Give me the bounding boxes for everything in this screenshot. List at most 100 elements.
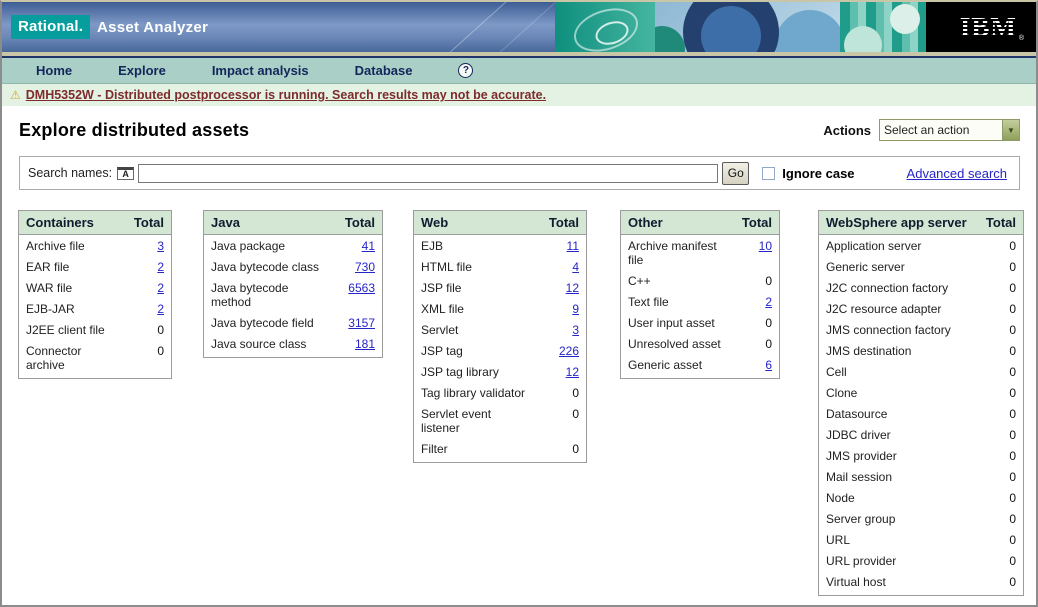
row-value-link[interactable]: 2 bbox=[157, 302, 164, 316]
row-value-link[interactable]: 41 bbox=[362, 239, 375, 253]
row-label: JSP tag library bbox=[421, 365, 499, 379]
row-label: JSP file bbox=[421, 281, 461, 295]
table-row: Java package41 bbox=[204, 236, 382, 257]
panel-title: Other bbox=[628, 215, 663, 230]
row-value-link[interactable]: 6 bbox=[765, 358, 772, 372]
row-label: Archive manifest file bbox=[628, 239, 730, 267]
row-value-link[interactable]: 2 bbox=[157, 281, 164, 295]
row-value: 0 bbox=[572, 407, 579, 421]
row-label: JSP tag bbox=[421, 344, 463, 358]
actions-label: Actions bbox=[823, 123, 871, 138]
panel-total-label: Total bbox=[345, 215, 375, 230]
row-label: Tag library validator bbox=[421, 386, 525, 400]
row-value: 0 bbox=[1009, 533, 1016, 547]
table-row: WAR file2 bbox=[19, 278, 171, 299]
table-row: Datasource 0 bbox=[819, 404, 1023, 425]
row-label: JMS provider bbox=[826, 449, 897, 463]
panel-total-label: Total bbox=[549, 215, 579, 230]
row-value: 0 bbox=[1009, 239, 1016, 253]
row-value-link[interactable]: 11 bbox=[567, 239, 579, 253]
row-value: 0 bbox=[1009, 344, 1016, 358]
row-value-link[interactable]: 6563 bbox=[348, 281, 375, 295]
row-value: 0 bbox=[157, 323, 164, 337]
table-row: Generic asset6 bbox=[621, 355, 779, 376]
help-icon[interactable]: ? bbox=[458, 63, 473, 78]
row-label: Node bbox=[826, 491, 855, 505]
row-value-link[interactable]: 226 bbox=[559, 344, 579, 358]
row-value: 0 bbox=[1009, 554, 1016, 568]
banner-artwork bbox=[655, 2, 840, 52]
nav-item-impact-analysis[interactable]: Impact analysis bbox=[212, 63, 309, 78]
table-row: Generic server0 bbox=[819, 257, 1023, 278]
ibm-logo: IBM bbox=[960, 15, 1017, 39]
row-label: Servlet event listener bbox=[421, 407, 513, 435]
row-value-link[interactable]: 3 bbox=[572, 323, 579, 337]
panel-body: Application server0Generic server0J2C co… bbox=[819, 235, 1023, 595]
row-label: Java bytecode field bbox=[211, 316, 314, 330]
nav-item-home[interactable]: Home bbox=[36, 63, 72, 78]
table-row: JDBC driver0 bbox=[819, 425, 1023, 446]
table-row: Servlet 3 bbox=[414, 320, 586, 341]
panel-body: Java package41Java bytecode class730Java… bbox=[204, 235, 382, 357]
match-case-icon[interactable]: A bbox=[117, 167, 134, 180]
row-value: 0 bbox=[1009, 407, 1016, 421]
table-row: HTML file 4 bbox=[414, 257, 586, 278]
row-value-link[interactable]: 730 bbox=[355, 260, 375, 274]
asset-panels: ContainersTotalArchive file3EAR file2WAR… bbox=[2, 190, 1036, 590]
row-value-link[interactable]: 9 bbox=[572, 302, 579, 316]
row-label: HTML file bbox=[421, 260, 472, 274]
panel-title: Containers bbox=[26, 215, 94, 230]
search-input[interactable] bbox=[138, 164, 718, 183]
nav-item-explore[interactable]: Explore bbox=[118, 63, 166, 78]
row-label: Text file bbox=[628, 295, 669, 309]
row-value-link[interactable]: 3 bbox=[157, 239, 164, 253]
panel-header: WebSphere app serverTotal bbox=[819, 211, 1023, 235]
panel-body: Archive file3EAR file2WAR file2EJB-JAR2J… bbox=[19, 235, 171, 378]
row-value-link[interactable]: 2 bbox=[157, 260, 164, 274]
table-row: Virtual host0 bbox=[819, 572, 1023, 593]
top-banner: Rational. Asset Analyzer IBM ® bbox=[2, 2, 1036, 52]
table-row: EJB-JAR 2 bbox=[19, 299, 171, 320]
row-label: Servlet bbox=[421, 323, 458, 337]
table-row: JSP file 12 bbox=[414, 278, 586, 299]
table-row: Node0 bbox=[819, 488, 1023, 509]
ignore-case-checkbox[interactable] bbox=[762, 167, 775, 180]
table-row: Clone0 bbox=[819, 383, 1023, 404]
table-row: EJB11 bbox=[414, 236, 586, 257]
row-label: EJB-JAR bbox=[26, 302, 75, 316]
go-button[interactable]: Go bbox=[722, 162, 749, 185]
table-row: Text file 2 bbox=[621, 292, 779, 313]
ignore-case-label: Ignore case bbox=[782, 166, 854, 181]
row-value-link[interactable]: 10 bbox=[759, 239, 772, 253]
row-value-link[interactable]: 3157 bbox=[348, 316, 375, 330]
table-row: Application server0 bbox=[819, 236, 1023, 257]
row-value-link[interactable]: 2 bbox=[765, 295, 772, 309]
row-value-link[interactable]: 4 bbox=[572, 260, 579, 274]
panel-websphere: WebSphere app serverTotalApplication ser… bbox=[818, 210, 1024, 596]
row-label: Clone bbox=[826, 386, 857, 400]
chevron-down-icon[interactable]: ▼ bbox=[1002, 120, 1019, 140]
row-label: JMS destination bbox=[826, 344, 911, 358]
table-row: JSP tag 226 bbox=[414, 341, 586, 362]
table-row: Java source class181 bbox=[204, 334, 382, 355]
row-label: Datasource bbox=[826, 407, 887, 421]
table-row: Java bytecode method6563 bbox=[204, 278, 382, 313]
actions-group: Actions Select an action ▼ bbox=[823, 119, 1020, 141]
search-label: Search names: bbox=[28, 166, 112, 180]
row-value-link[interactable]: 181 bbox=[355, 337, 375, 351]
nav-item-database[interactable]: Database bbox=[355, 63, 413, 78]
actions-select[interactable]: Select an action ▼ bbox=[879, 119, 1020, 141]
row-label: EAR file bbox=[26, 260, 69, 274]
row-label: XML file bbox=[421, 302, 464, 316]
table-row: Java bytecode class730 bbox=[204, 257, 382, 278]
row-value-link[interactable]: 12 bbox=[566, 365, 579, 379]
row-label: User input asset bbox=[628, 316, 715, 330]
table-row: JMS connection factory0 bbox=[819, 320, 1023, 341]
table-row: J2EE client file0 bbox=[19, 320, 171, 341]
row-value-link[interactable]: 12 bbox=[566, 281, 579, 295]
warning-message-link[interactable]: DMH5352W - Distributed postprocessor is … bbox=[26, 88, 546, 102]
actions-selected-value: Select an action bbox=[880, 123, 1002, 137]
panel-containers: ContainersTotalArchive file3EAR file2WAR… bbox=[18, 210, 172, 379]
panel-title: WebSphere app server bbox=[826, 215, 967, 230]
advanced-search-link[interactable]: Advanced search bbox=[907, 166, 1007, 181]
